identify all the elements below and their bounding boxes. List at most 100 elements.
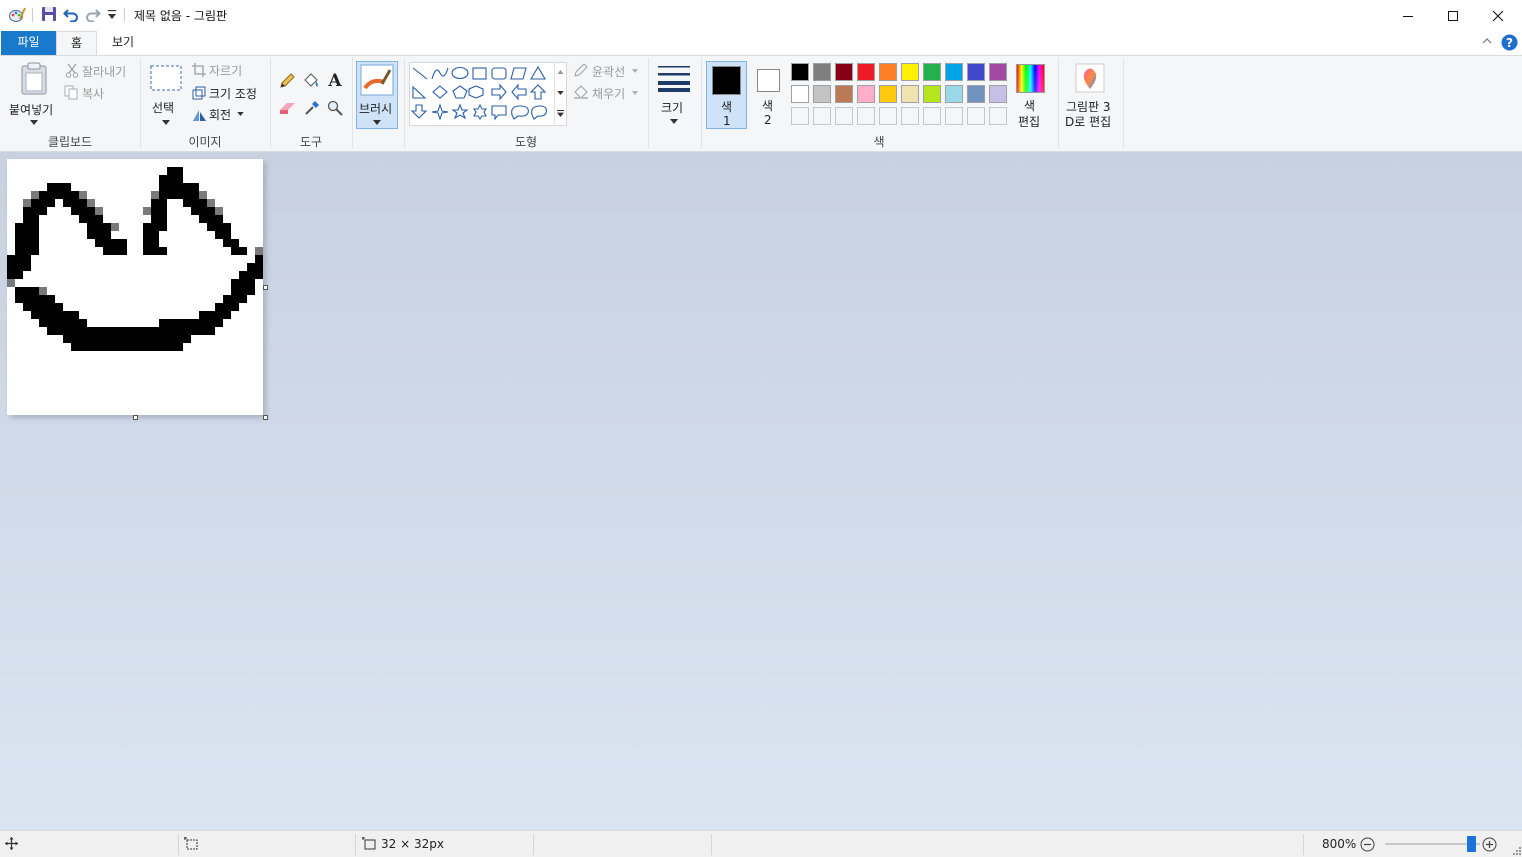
resize-handle-corner[interactable] (263, 415, 268, 420)
close-button[interactable] (1475, 0, 1520, 31)
shapes-gallery[interactable] (409, 62, 567, 126)
crop-label: 자르기 (209, 64, 243, 78)
palette-color-swatch[interactable] (791, 85, 809, 103)
color1-button[interactable]: 색 1 (706, 61, 747, 129)
palette-color-swatch[interactable] (857, 63, 875, 81)
resize-label: 크기 조정 (209, 87, 257, 101)
save-icon[interactable] (41, 6, 57, 22)
color2-button[interactable]: 색 2 (750, 61, 786, 129)
edit-with-paint3d-button[interactable]: 그림판 3 D로 편집 (1062, 61, 1120, 131)
shapes-scroll[interactable] (554, 62, 566, 126)
group-label-clipboard: 클립보드 (47, 135, 93, 149)
chevron-down-icon (237, 112, 244, 116)
copy-label: 복사 (82, 87, 105, 101)
palette-color-swatch[interactable] (923, 85, 941, 103)
brushes-button[interactable]: 브러시 (356, 61, 398, 129)
outline-button[interactable]: 윤곽선 (572, 62, 642, 80)
palette-color-swatch[interactable] (945, 85, 963, 103)
size-button[interactable]: 크기 (653, 61, 695, 129)
palette-color-swatch[interactable] (813, 85, 831, 103)
zoom-in-icon[interactable] (1482, 837, 1497, 852)
magnifier-icon[interactable] (327, 100, 343, 116)
palette-color-swatch[interactable] (857, 85, 875, 103)
palette-color-swatch[interactable] (945, 63, 963, 81)
drawing-canvas[interactable] (7, 159, 263, 415)
fill-bucket-icon[interactable] (302, 72, 320, 90)
palette-color-swatch[interactable] (901, 63, 919, 81)
resize-handle-bottom[interactable] (133, 415, 138, 420)
tab-view[interactable]: 보기 (100, 31, 146, 55)
rotate-button[interactable]: 회전 (191, 106, 251, 124)
custom-color-slot[interactable] (835, 107, 853, 125)
svg-text:A: A (327, 71, 342, 90)
eraser-icon[interactable] (279, 101, 297, 115)
clipboard-icon (21, 62, 47, 95)
select-label: 선택 (152, 101, 175, 115)
maximize-button[interactable] (1430, 0, 1475, 31)
custom-color-slot[interactable] (945, 107, 963, 125)
custom-color-slot[interactable] (967, 107, 985, 125)
line-size-icon (658, 66, 690, 92)
tab-file[interactable]: 파일 (1, 31, 56, 55)
fill-label: 채우기 (592, 87, 626, 101)
text-tool-icon[interactable]: A (327, 70, 343, 90)
undo-icon[interactable] (63, 6, 79, 22)
palette-color-swatch[interactable] (989, 63, 1007, 81)
minimize-button[interactable] (1385, 0, 1430, 31)
custom-color-slot[interactable] (879, 107, 897, 125)
custom-color-slot[interactable] (989, 107, 1007, 125)
select-button[interactable]: 선택 (146, 62, 186, 130)
resize-grip-icon[interactable] (1511, 845, 1521, 855)
copy-button[interactable]: 복사 (63, 84, 133, 102)
zoom-slider-track[interactable] (1385, 843, 1480, 845)
palette-color-swatch[interactable] (835, 63, 853, 81)
palette-color-swatch[interactable] (879, 85, 897, 103)
resize-button[interactable]: 크기 조정 (191, 84, 263, 102)
outline-label: 윤곽선 (592, 65, 626, 79)
edit-colors-button[interactable]: 색 편집 (1012, 61, 1052, 131)
chevron-down-icon (373, 120, 381, 125)
chevron-down-icon (632, 69, 638, 73)
palette-color-swatch[interactable] (879, 63, 897, 81)
color-picker-icon[interactable] (304, 100, 320, 116)
customize-dropdown-icon[interactable] (107, 9, 117, 21)
zoom-level: 800% (1322, 837, 1357, 851)
palette-color-swatch[interactable] (791, 63, 809, 81)
image-size-icon (362, 837, 376, 850)
palette-color-swatch[interactable] (923, 63, 941, 81)
color1-swatch (712, 66, 741, 95)
pencil-icon[interactable] (279, 73, 295, 89)
divider (32, 8, 33, 22)
palette-color-swatch[interactable] (813, 63, 831, 81)
custom-color-slot[interactable] (813, 107, 831, 125)
custom-color-slot[interactable] (857, 107, 875, 125)
color-palette (789, 61, 1011, 129)
palette-color-swatch[interactable] (967, 85, 985, 103)
custom-color-slot[interactable] (901, 107, 919, 125)
collapse-ribbon-icon[interactable] (1481, 35, 1493, 47)
brushes-label: 브러시 (359, 102, 393, 116)
cut-button[interactable]: 잘라내기 (63, 62, 133, 80)
status-divider (533, 834, 534, 855)
status-divider (1303, 834, 1304, 855)
redo-icon[interactable] (85, 6, 101, 22)
palette-color-swatch[interactable] (901, 85, 919, 103)
custom-color-slot[interactable] (923, 107, 941, 125)
palette-color-swatch[interactable] (835, 85, 853, 103)
paint-app-icon[interactable] (8, 6, 26, 24)
fill-button[interactable]: 채우기 (572, 84, 642, 102)
zoom-slider-thumb[interactable] (1466, 836, 1476, 852)
custom-color-slot[interactable] (791, 107, 809, 125)
palette-color-swatch[interactable] (989, 85, 1007, 103)
tab-home[interactable]: 홈 (56, 31, 97, 56)
chevron-down-icon (30, 120, 38, 125)
fill-icon (574, 85, 588, 99)
help-icon[interactable]: ? (1501, 34, 1518, 51)
copy-icon (64, 85, 78, 100)
palette-color-swatch[interactable] (967, 63, 985, 81)
crop-button[interactable]: 자르기 (191, 62, 261, 80)
paste-button[interactable]: 붙여넣기 (8, 60, 60, 130)
resize-handle-right[interactable] (263, 285, 268, 290)
edit-colors-label-b: 편집 (1018, 115, 1041, 129)
zoom-out-icon[interactable] (1360, 837, 1375, 852)
